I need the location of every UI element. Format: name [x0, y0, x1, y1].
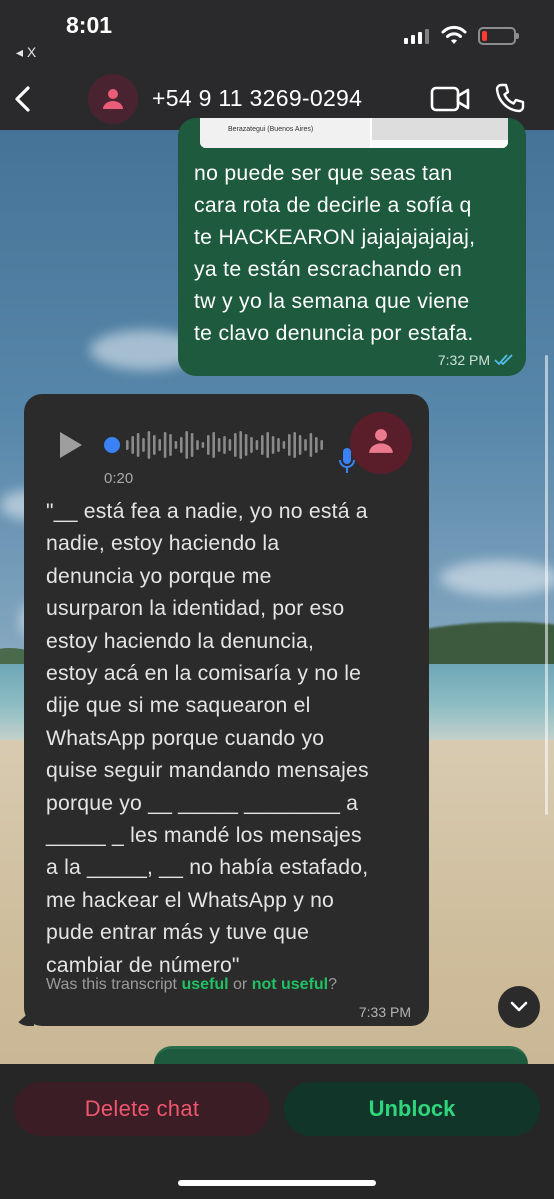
person-icon [369, 429, 393, 453]
double-check-icon [494, 354, 513, 366]
waveform-bar [207, 435, 210, 455]
feedback-or: or [228, 976, 252, 993]
message-time: 7:33 PM [358, 1004, 411, 1020]
delete-chat-button[interactable]: Delete chat [14, 1082, 270, 1136]
waveform-bar [217, 438, 221, 452]
not-useful-link[interactable]: not useful [252, 976, 328, 993]
chevron-down-icon [510, 1001, 528, 1012]
feedback-suffix: ? [328, 976, 338, 993]
waveform-bar [266, 432, 269, 458]
waveform-bar [142, 438, 145, 452]
waveform-bar [163, 432, 167, 458]
waveform-bar [190, 433, 194, 457]
waveform-bar [293, 432, 296, 458]
voice-duration: 0:20 [104, 470, 134, 487]
wifi-icon [441, 25, 467, 44]
waveform-bar [136, 433, 140, 457]
voice-transcript: "__ está fea a nadie, yo no está a nadie… [46, 496, 414, 982]
waveform-bar [234, 433, 237, 457]
back-chevron-icon[interactable] [8, 82, 38, 116]
waveform-bar [282, 441, 286, 449]
contact-avatar[interactable] [88, 74, 138, 124]
outgoing-message-bubble[interactable]: Berazategui (Buenos Aires) no puede ser … [178, 118, 526, 376]
waveform-bar [185, 431, 188, 459]
transcript-feedback: Was this transcript useful or not useful… [46, 976, 337, 994]
video-call-icon[interactable] [430, 84, 470, 114]
waveform-bar [315, 437, 318, 453]
waveform-bar [228, 439, 232, 451]
waveform-bar [277, 438, 280, 452]
feedback-prefix: Was this transcript [46, 976, 182, 993]
waveform-bar [131, 436, 134, 454]
clock: 8:01 [66, 12, 113, 38]
waveform-bar [271, 436, 275, 454]
waveform-bar [180, 437, 183, 453]
scrollbar[interactable] [545, 355, 548, 815]
sender-avatar [350, 412, 412, 474]
waveform-bar [201, 442, 205, 448]
waveform-bar [250, 437, 253, 453]
status-bar: 8:01 ◂ X [0, 0, 554, 68]
message-time: 7:32 PM [437, 352, 490, 368]
transcript-line: usurparon la identidad, por eso [46, 597, 345, 621]
unblock-button[interactable]: Unblock [284, 1082, 540, 1136]
waveform-bar [196, 440, 199, 450]
waveform-bar [147, 431, 151, 459]
blocked-contact-actions: Delete chat Unblock [0, 1064, 554, 1199]
audio-waveform[interactable] [104, 428, 324, 462]
transcript-line: nadie, estoy haciendo la [46, 532, 280, 556]
waveform-bar [239, 431, 242, 459]
waveform-bar [309, 433, 313, 457]
waveform-bar [126, 440, 129, 450]
transcript-line: _____ _ les mandé los mensajes [46, 824, 362, 848]
waveform-bar [298, 435, 302, 455]
transcript-line: estoy haciendo la denuncia, [46, 629, 315, 653]
cellular-signal-icon [404, 28, 429, 44]
transcript-line: quise seguir mandando mensajes [46, 759, 369, 783]
play-icon[interactable] [58, 430, 84, 460]
playhead[interactable] [104, 437, 120, 453]
waveform-bar [261, 435, 264, 455]
scroll-to-bottom-button[interactable] [498, 986, 540, 1028]
outgoing-message-text: no puede ser que seas tan cara rota de d… [194, 162, 476, 345]
incoming-voice-message-bubble[interactable]: 0:20 "__ está fea a nadie, yo no está a … [24, 394, 429, 1026]
waveform-bar [255, 440, 259, 450]
waveform-bar [158, 439, 161, 451]
waveform-bar [320, 440, 323, 450]
back-to-app-link[interactable]: ◂ X [16, 44, 36, 61]
waveform-bar [244, 434, 248, 456]
waveform-bar [288, 434, 291, 456]
useful-link[interactable]: useful [181, 976, 228, 993]
transcript-line: porque yo __ _____ ________ a [46, 791, 359, 815]
quoted-image-thumbnail[interactable]: Berazategui (Buenos Aires) [200, 118, 508, 148]
message-meta: 7:32 PM [438, 352, 514, 368]
waveform-bar [304, 439, 307, 451]
transcript-line: estoy acá en la comisaría y no le [46, 662, 362, 686]
transcript-line: denuncia yo porque me [46, 564, 272, 588]
transcript-line: me hackear el WhatsApp y no [46, 888, 335, 912]
transcript-line: a la _____, __ no había estafado, [46, 856, 369, 880]
contact-name[interactable]: +54 9 11 3269-0294 [152, 85, 362, 112]
battery-icon [478, 27, 519, 45]
transcript-line: pude entrar más y tuve que [46, 921, 310, 945]
phone-call-icon[interactable] [494, 82, 526, 114]
waveform-bar [223, 436, 226, 454]
home-indicator[interactable] [178, 1180, 376, 1186]
waveform-bar [174, 441, 178, 449]
waveform-bar [153, 435, 156, 455]
transcript-line: dije que si me saquearon el [46, 694, 311, 718]
waveform-bar [212, 432, 215, 458]
waveform-bar [169, 434, 172, 456]
thumbnail-caption: Berazategui (Buenos Aires) [228, 126, 314, 133]
person-icon [103, 89, 123, 109]
transcript-line: WhatsApp porque cuando yo [46, 726, 325, 750]
transcript-line: "__ está fea a nadie, yo no está a [46, 500, 368, 523]
